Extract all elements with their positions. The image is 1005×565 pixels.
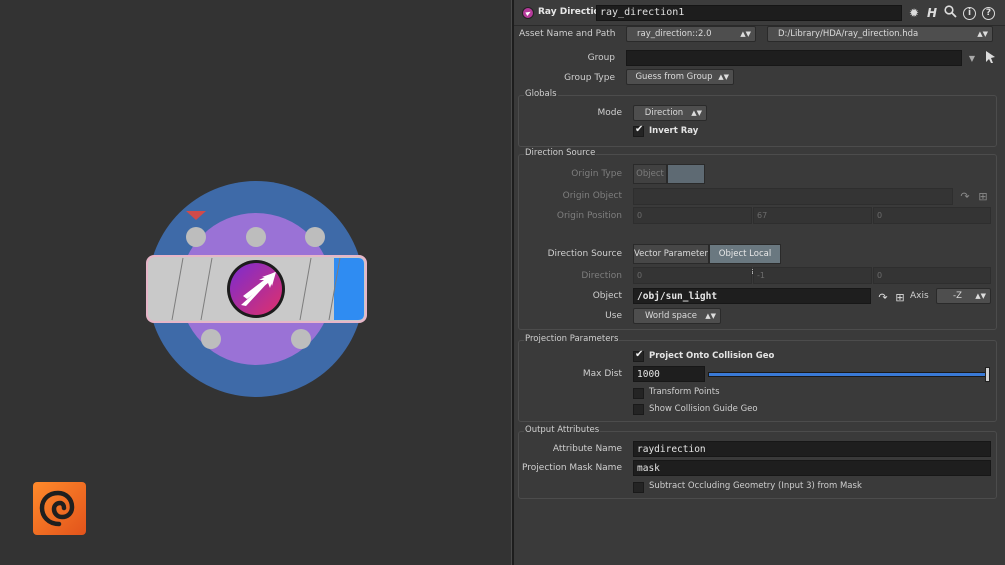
origin-position-y[interactable]: 67 [753,207,872,224]
object-path-field[interactable]: /obj/sun_light [633,288,871,304]
info-icon[interactable]: i [963,7,976,20]
input-connector-3[interactable] [305,227,325,247]
output-title: Output Attributes [524,425,601,435]
origin-position-label: Origin Position [556,211,622,221]
parameter-header: Ray Direction ray_direction1 ✹ H i ? [514,0,1005,26]
object-row: Object /obj/sun_light ↷ ⊞ Axis -Z ▲▼ [514,286,1005,306]
invert-ray-checkbox[interactable] [633,124,644,137]
asset-row: Asset Name and Path ray_direction::2.0 ▲▼… [514,24,1005,44]
axis-menu[interactable]: -Z ▲▼ [936,288,991,304]
max-dist-slider-track[interactable] [708,372,989,377]
input-connector-1[interactable] [186,227,206,247]
max-dist-row: Max Dist 1000 [514,364,1005,384]
output-connector-2[interactable] [291,329,311,349]
houdini-logo-icon [33,482,86,535]
asset-path-menu[interactable]: D:/Library/HDA/ray_direction.hda ▲▼ [767,26,993,42]
mask-name-label: Projection Mask Name [522,463,622,473]
group-label: Group [587,53,615,63]
origin-position-row: Origin Position 0 67 0 [514,206,1005,226]
jump-to-icon[interactable]: ↷ [957,189,973,205]
mode-menu[interactable]: Direction ▲▼ [633,105,707,121]
subtract-label: Subtract Occluding Geometry (Input 3) fr… [649,481,862,491]
show-guide-label: Show Collision Guide Geo [649,404,758,414]
transform-points-label: Transform Points [649,387,720,397]
output-connector-1[interactable] [201,329,221,349]
group-row: Group ▼ [514,48,1005,68]
group-dropdown-icon[interactable]: ▼ [964,51,980,67]
attr-name-label: Attribute Name [552,444,622,454]
subtract-checkbox[interactable] [633,482,644,493]
node-name-field[interactable]: ray_direction1 [596,5,902,21]
group-type-label: Group Type [564,73,615,83]
help-hda-icon[interactable]: H [924,5,940,21]
parameter-editor: Ray Direction ray_direction1 ✹ H i ? Ass… [514,0,1005,565]
attr-name-field[interactable]: raydirection [633,441,991,457]
transform-points-checkbox[interactable] [633,388,644,399]
attr-name-row: Attribute Name raydirection [514,439,1005,459]
group-field[interactable] [626,50,962,66]
direction-label: Direction [581,271,622,281]
origin-position-x[interactable]: 0 [633,207,752,224]
project-collision-label: Project Onto Collision Geo [649,351,775,361]
max-dist-label: Max Dist [582,369,622,379]
origin-object-row: Origin Object ↷ ⊞ [514,186,1005,206]
use-menu[interactable]: World space ▲▼ [633,308,721,324]
origin-object-label: Origin Object [562,191,622,201]
node-chooser-icon[interactable]: ⊞ [975,189,991,205]
origin-object-field[interactable] [633,188,953,205]
group-type-menu[interactable]: Guess from Group ▲▼ [626,69,734,85]
max-dist-slider-handle[interactable] [985,367,990,382]
group-type-row: Group Type Guess from Group ▲▼ [514,68,1005,88]
vector-parameter-button[interactable]: Vector Parameter [633,244,709,264]
origin-type-object-button[interactable]: Object [633,164,667,184]
direction-source-title: Direction Source [524,148,597,158]
network-canvas [146,181,367,397]
object-label: Object [592,291,622,301]
direction-source-label: Direction Source [547,249,622,259]
asset-name-menu[interactable]: ray_direction::2.0 ▲▼ [626,26,756,42]
use-label: Use [605,311,622,321]
gear-icon[interactable]: ✹ [906,5,922,21]
mode-label: Mode [597,108,622,118]
input-connector-2[interactable] [246,227,266,247]
invert-ray-label: Invert Ray [649,126,699,136]
show-guide-checkbox[interactable] [633,404,644,415]
node-type-icon [522,7,534,19]
object-local-axis-button[interactable]: Object Local Axis [709,244,781,277]
origin-type-label: Origin Type [571,169,622,179]
globals-title: Globals [524,89,558,99]
object-chooser-icon[interactable]: ⊞ [892,290,908,306]
direction-source-row: Direction Source Vector Parameter Object… [514,244,1005,277]
direction-y[interactable]: -1 [753,267,872,284]
direction-row: Direction 0 -1 0 [514,266,1005,286]
asset-label: Asset Name and Path [519,29,616,39]
ray-direction-icon [227,260,285,318]
origin-position-z[interactable]: 0 [873,207,991,224]
origin-type-alt-button[interactable] [667,164,705,184]
direction-x[interactable]: 0 [633,267,752,284]
mask-name-field[interactable]: mask [633,460,991,476]
axis-label: Axis [910,291,929,301]
use-row: Use World space ▲▼ [514,306,1005,326]
max-dist-field[interactable]: 1000 [633,366,705,382]
network-editor[interactable] [0,0,511,565]
jump-to-object-icon[interactable]: ↷ [875,290,891,306]
direction-z[interactable]: 0 [873,267,991,284]
mask-name-row: Projection Mask Name mask [514,458,1005,478]
search-icon[interactable] [942,5,958,21]
projection-title: Projection Parameters [524,334,620,344]
origin-type-row: Origin Type Object [514,164,1005,184]
project-collision-checkbox[interactable] [633,349,644,362]
question-icon[interactable]: ? [982,7,995,20]
mode-row: Mode Direction ▲▼ [514,103,1005,123]
select-arrow-icon[interactable] [982,50,998,66]
max-dist-slider-fill [709,373,988,376]
